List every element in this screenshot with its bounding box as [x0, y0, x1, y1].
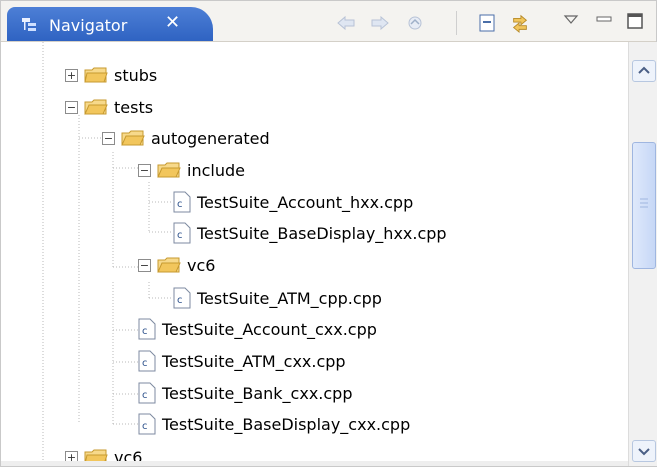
vertical-scrollbar[interactable] [628, 42, 657, 466]
tree-item-label: TestSuite_BaseDisplay_hxx.cpp [197, 223, 447, 243]
open-folder-icon [84, 99, 108, 115]
open-folder-icon [157, 257, 181, 273]
tree-item-label: TestSuite_BaseDisplay_cxx.cpp [162, 414, 411, 434]
scroll-thumb[interactable] [632, 142, 656, 269]
svg-text:c: c [142, 390, 148, 401]
svg-text:c: c [177, 230, 183, 241]
tree-item-file[interactable]: c TestSuite_BaseDisplay_hxx.cpp [173, 218, 447, 248]
tree-item-file[interactable]: c TestSuite_Bank_cxx.cpp [138, 378, 352, 408]
back-arrow-icon[interactable] [336, 13, 356, 33]
tree-item-label: TestSuite_ATM_cpp.cpp [197, 288, 382, 308]
open-folder-icon [157, 162, 181, 178]
tree-item-label: vc6 [114, 447, 143, 462]
tree-item-label: include [187, 160, 245, 180]
tree-item-vc6[interactable]: − vc6 [138, 250, 215, 280]
tree-item-label: autogenerated [151, 128, 270, 148]
tree-item-include[interactable]: − include [138, 155, 245, 185]
resource-tree: + stubs − tests − autogenerated − includ… [1, 42, 628, 461]
grip-icon [640, 198, 648, 208]
collapse-toggle[interactable]: − [102, 131, 115, 145]
link-editor-icon[interactable] [510, 13, 530, 34]
tree-item-file[interactable]: c TestSuite_BaseDisplay_cxx.cpp [138, 409, 410, 439]
tree-item-stubs[interactable]: + stubs [65, 60, 157, 90]
svg-text:c: c [142, 326, 148, 337]
open-folder-icon [121, 130, 145, 146]
cpp-file-icon: c [173, 222, 191, 244]
scroll-up-button[interactable] [632, 60, 656, 82]
tree-item-label: TestSuite_Account_hxx.cpp [197, 192, 414, 212]
maximize-icon[interactable] [625, 11, 645, 31]
navigator-icon [22, 18, 36, 31]
cpp-file-icon: c [173, 287, 191, 309]
chevron-down-icon [638, 448, 650, 456]
cpp-file-icon: c [138, 318, 156, 340]
up-icon[interactable] [405, 13, 425, 33]
collapse-all-icon[interactable] [477, 13, 497, 33]
collapse-toggle[interactable]: − [138, 163, 151, 177]
tree-item-file[interactable]: c TestSuite_Account_hxx.cpp [173, 187, 413, 217]
tree-item-tests[interactable]: − tests [65, 92, 153, 122]
tree-item-label: vc6 [187, 255, 216, 275]
tree-item-file[interactable]: c TestSuite_ATM_cxx.cpp [138, 346, 346, 376]
forward-arrow-icon[interactable] [370, 13, 390, 33]
scroll-down-button[interactable] [632, 440, 656, 462]
folder-icon [84, 449, 108, 461]
tab-title: Navigator [49, 16, 128, 35]
bottom-edge [1, 461, 628, 466]
tree-item-autogenerated[interactable]: − autogenerated [102, 123, 270, 153]
minimize-icon[interactable] [594, 9, 614, 29]
svg-text:c: c [177, 295, 183, 306]
collapse-toggle[interactable]: − [65, 100, 78, 114]
view-header: Navigator ✕ [1, 1, 656, 42]
tree-item-label: TestSuite_ATM_cxx.cpp [162, 351, 346, 371]
view-menu-icon[interactable] [561, 9, 581, 29]
close-icon[interactable]: ✕ [165, 14, 180, 32]
svg-text:c: c [177, 199, 183, 210]
tree-item-vc6-collapsed[interactable]: + vc6 [65, 442, 142, 461]
navigator-view: Navigator ✕ + stubs − tests − autogenera… [0, 0, 657, 467]
tree-item-file[interactable]: c TestSuite_ATM_cpp.cpp [173, 283, 382, 313]
chevron-up-icon [638, 66, 650, 74]
cpp-file-icon: c [173, 191, 191, 213]
svg-text:c: c [142, 421, 148, 432]
cpp-file-icon: c [138, 382, 156, 404]
cpp-file-icon: c [138, 350, 156, 372]
svg-text:c: c [142, 358, 148, 369]
expand-toggle[interactable]: + [65, 450, 78, 461]
navigator-tab[interactable]: Navigator ✕ [7, 7, 213, 41]
tree-item-label: TestSuite_Account_cxx.cpp [162, 319, 377, 339]
expand-toggle[interactable]: + [65, 68, 78, 82]
tree-item-label: TestSuite_Bank_cxx.cpp [162, 383, 353, 403]
toolbar-separator [456, 11, 457, 35]
tree-item-label: stubs [114, 65, 158, 85]
cpp-file-icon: c [138, 413, 156, 435]
tree-item-file[interactable]: c TestSuite_Account_cxx.cpp [138, 314, 377, 344]
folder-icon [84, 67, 108, 83]
tree-item-label: tests [114, 97, 154, 117]
collapse-toggle[interactable]: − [138, 258, 151, 272]
